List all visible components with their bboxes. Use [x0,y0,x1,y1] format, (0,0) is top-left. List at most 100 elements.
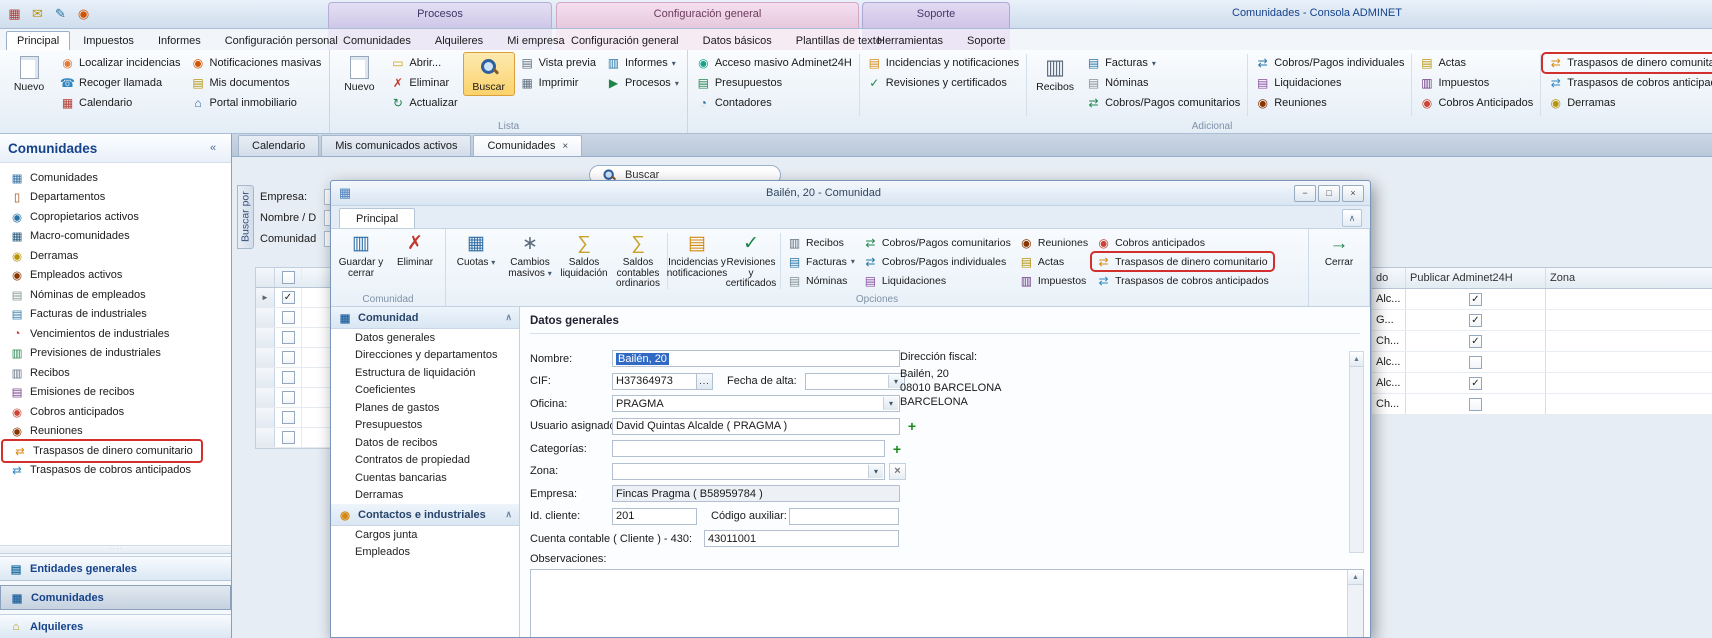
nav-section-comunidad[interactable]: ▦ Comunidad ∧ [331,307,519,329]
ribbon-button[interactable]: ◉ Derramas [1543,94,1712,112]
dialog-ribbon-button[interactable]: ▤ Incidencias y notificaciones [670,231,724,281]
table-row[interactable]: Alc... ✓ [1372,373,1712,394]
sidebar-splitter[interactable] [0,545,231,554]
dialog-ribbon-button[interactable]: ⇄ Traspasos de dinero comunitario [1092,253,1273,270]
observaciones-input[interactable]: ▲ [530,569,1364,637]
dialog-ribbon-button[interactable]: ∑ Saldos liquidación [557,231,611,281]
sidebar-band[interactable]: ▤ Entidades generales [0,556,231,581]
row-checkbox[interactable] [282,311,295,324]
fecha-alta-combo[interactable]: ▾ [805,373,905,390]
add-user-icon[interactable]: + [904,418,920,434]
dialog-ribbon-button[interactable]: ◉ Cobros anticipados [1092,234,1273,251]
table-row[interactable]: Alc... [1372,352,1712,373]
ribbon-button[interactable]: ✗ Eliminar [385,74,462,92]
ribbon-button[interactable]: ⇄ Cobros/Pagos comunitarios [1081,94,1245,112]
nav-item[interactable]: Direcciones y departamentos [331,347,519,365]
ribbon-button[interactable]: ▭ Abrir... [385,54,462,72]
ribbon-button[interactable]: ⌂ Portal inmobiliario [186,94,327,112]
ribbon-button[interactable]: ⇄ Cobros/Pagos individuales [1250,54,1409,72]
table-row[interactable]: Ch... ✓ [1372,331,1712,352]
document-tab[interactable]: Mis comunicados activos [321,135,471,156]
row-checkbox[interactable] [282,351,295,364]
nav-item[interactable]: Cuentas bancarias [331,469,519,487]
ribbon-button[interactable]: ▤ Facturas ▾ [1081,54,1245,72]
minimize-icon[interactable]: − [1294,185,1316,202]
ribbon-button[interactable]: ▤ Incidencias y notificaciones [862,54,1024,72]
edit-note-icon[interactable]: ✎ [52,5,69,22]
dialog-ribbon-button[interactable]: ⇄ Cobros/Pagos individuales [859,253,1015,270]
row-checkbox[interactable] [282,371,295,384]
sidebar-item[interactable]: ◉ Cobros anticipados [0,402,231,422]
nav-section-contactos[interactable]: ◉ Contactos e industriales ∧ [331,504,519,526]
publicar-checkbox[interactable]: ✓ [1469,314,1482,327]
row-checkbox[interactable] [282,431,295,444]
ribbon-tab[interactable]: Configuración personal [214,31,349,50]
nombre-input[interactable]: Bailén, 20 [612,350,900,367]
ribbon-tab[interactable]: Impuestos [72,31,145,50]
ribbon-tab[interactable]: Principal [6,31,70,50]
table-row[interactable]: Alc... ✓ [1372,289,1712,310]
table-row[interactable]: Ch... [1372,394,1712,415]
sidebar-item[interactable]: ▤ Emisiones de recibos [0,383,231,403]
dialog-ribbon-button[interactable]: ▤ Facturas ▾ [783,253,859,270]
ribbon-button[interactable]: ◉ Reuniones [1250,94,1409,112]
usuario-asignado-input[interactable]: David Quintas Alcalde ( PRAGMA ) [612,418,900,435]
ribbon-button[interactable]: ▶ Procesos ▾ [601,74,684,92]
close-icon[interactable]: × [1342,185,1364,202]
cuenta-contable-input[interactable]: 43011001 [704,530,899,547]
dialog-ribbon-button[interactable]: ⇄ Cobros/Pagos comunitarios [859,234,1015,251]
sidebar-item[interactable]: ▤ Nóminas de empleados [0,285,231,305]
row-checkbox[interactable] [282,331,295,344]
ribbon-button[interactable]: ▦ Calendario [55,94,186,112]
ribbon-tab[interactable]: Informes [147,31,212,50]
sidebar-item[interactable]: ◉ Empleados activos [0,266,231,286]
sidebar-item[interactable]: ◉ Derramas [0,246,231,266]
column-header[interactable]: Publicar Adminet24H [1406,268,1546,288]
dialog-tab-principal[interactable]: Principal [339,208,415,228]
dialog-ribbon-button[interactable]: ✓ Revisiones y certificados [724,231,778,292]
dialog-ribbon-button[interactable]: ▥ Impuestos [1015,272,1092,289]
dialog-ribbon-button[interactable]: ▦ Cuotas ▾ [449,231,503,271]
ribbon-button[interactable]: ↻ Actualizar [385,94,462,112]
sidebar-collapse-button[interactable]: « [203,138,223,158]
sidebar-item[interactable]: ⇄ Traspasos de dinero comunitario [3,441,201,461]
add-categoria-icon[interactable]: + [889,441,905,457]
ribbon-tab[interactable]: Herramientas [866,31,954,50]
empresa-input[interactable]: Fincas Pragma ( B58959784 ) [612,485,900,502]
chevron-down-icon[interactable]: ▾ [868,465,883,478]
publicar-checkbox[interactable]: ✓ [1469,293,1482,306]
ribbon-tab[interactable]: Alquileres [424,31,494,50]
recibos-button[interactable]: ▥ Recibos [1029,52,1081,96]
nav-item[interactable]: Derramas [331,487,519,505]
dialog-ribbon-button[interactable]: ▤ Nóminas [783,272,859,289]
ribbon-tab[interactable]: Configuración general [560,31,690,50]
ribbon-button[interactable]: ⇄ Traspasos de dinero comunitario [1543,54,1712,72]
tab-close-icon[interactable]: × [562,141,568,152]
nuevo-list-button[interactable]: Nuevo [333,52,385,96]
ribbon-button[interactable]: ⇄ Traspasos de cobros anticipados [1543,74,1712,92]
dialog-ribbon-button[interactable]: ⇄ Traspasos de cobros anticipados [1092,272,1273,289]
scroll-up-icon[interactable]: ▲ [1348,570,1363,585]
table-row[interactable]: G... ✓ [1372,310,1712,331]
codigo-auxiliar-input[interactable] [789,508,899,525]
ribbon-tab[interactable]: Datos básicos [692,31,783,50]
publicar-checkbox[interactable] [1469,398,1482,411]
id-cliente-input[interactable]: 201 [612,508,697,525]
nav-item[interactable]: Cargos junta [331,526,519,544]
nav-item[interactable]: Empleados [331,544,519,562]
buscar-por-tab[interactable]: Buscar por [237,185,254,249]
sidebar-item[interactable]: ▤ Facturas de industriales [0,305,231,325]
maximize-icon[interactable]: □ [1318,185,1340,202]
ribbon-tab[interactable]: Comunidades [332,31,422,50]
cif-input[interactable]: H37364973 [612,373,697,390]
cif-browse-button[interactable]: ... [697,373,713,390]
nav-item[interactable]: Presupuestos [331,417,519,435]
form-scrollbar[interactable]: ▲ [1349,351,1364,553]
dialog-ribbon-button[interactable]: ∑ Saldos contables ordinarios [611,231,665,292]
sidebar-item[interactable]: ⇄ Traspasos de cobros anticipados [0,461,231,481]
publicar-checkbox[interactable]: ✓ [1469,335,1482,348]
ribbon-button[interactable]: ▥ Impuestos [1414,74,1538,92]
ribbon-button[interactable]: ▦ Imprimir [515,74,601,92]
ribbon-button[interactable]: ◉ Notificaciones masivas [186,54,327,72]
cerrar-button[interactable]: → Cerrar [1312,231,1366,271]
